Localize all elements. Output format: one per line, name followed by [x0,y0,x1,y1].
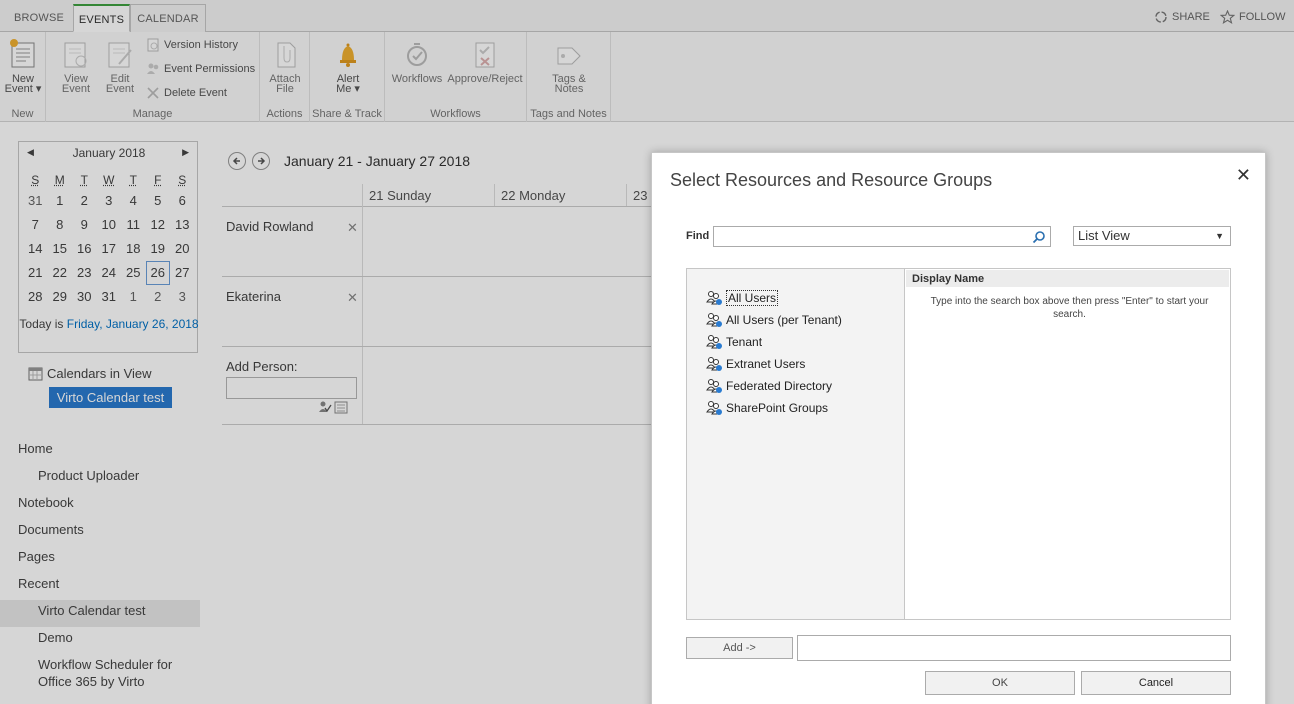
group-icon [705,290,723,306]
resource-tree: All Users All Users (per Tenant) Tenant … [686,268,905,620]
group-icon [705,356,723,372]
tree-item-label: Tenant [726,335,762,349]
select-resources-dialog: Select Resources and Resource Groups ✕ F… [651,152,1266,704]
search-icon[interactable] [1032,230,1046,244]
tree-item-federated-directory[interactable]: Federated Directory [705,378,832,394]
ok-button[interactable]: OK [925,671,1075,695]
add-button[interactable]: Add -> [686,637,793,659]
view-mode-value: List View [1078,228,1130,243]
tree-item-label: Federated Directory [726,379,832,393]
tree-item-sharepoint-groups[interactable]: SharePoint Groups [705,400,828,416]
tree-item-all-users-per-tenant[interactable]: All Users (per Tenant) [705,312,842,328]
tree-item-label: Extranet Users [726,357,805,371]
dialog-title: Select Resources and Resource Groups [670,170,992,191]
caret-down-icon: ▼ [1215,227,1224,245]
group-icon [705,378,723,394]
results-column-header[interactable]: Display Name [906,270,1229,287]
tree-item-label: All Users [726,290,778,306]
find-input[interactable] [713,226,1051,247]
close-icon[interactable]: ✕ [1236,165,1251,186]
cancel-button[interactable]: Cancel [1081,671,1231,695]
tree-item-label: All Users (per Tenant) [726,313,842,327]
search-results-panel: Display Name Type into the search box ab… [904,268,1231,620]
group-icon [705,312,723,328]
group-icon [705,400,723,416]
tree-item-extranet-users[interactable]: Extranet Users [705,356,805,372]
tree-item-label: SharePoint Groups [726,401,828,415]
selected-resources-field[interactable] [797,635,1231,661]
group-icon [705,334,723,350]
results-hint: Type into the search box above then pres… [917,295,1222,321]
find-label: Find [686,230,709,242]
view-mode-select[interactable]: List View ▼ [1073,226,1231,246]
tree-item-all-users[interactable]: All Users [705,290,778,306]
tree-item-tenant[interactable]: Tenant [705,334,762,350]
